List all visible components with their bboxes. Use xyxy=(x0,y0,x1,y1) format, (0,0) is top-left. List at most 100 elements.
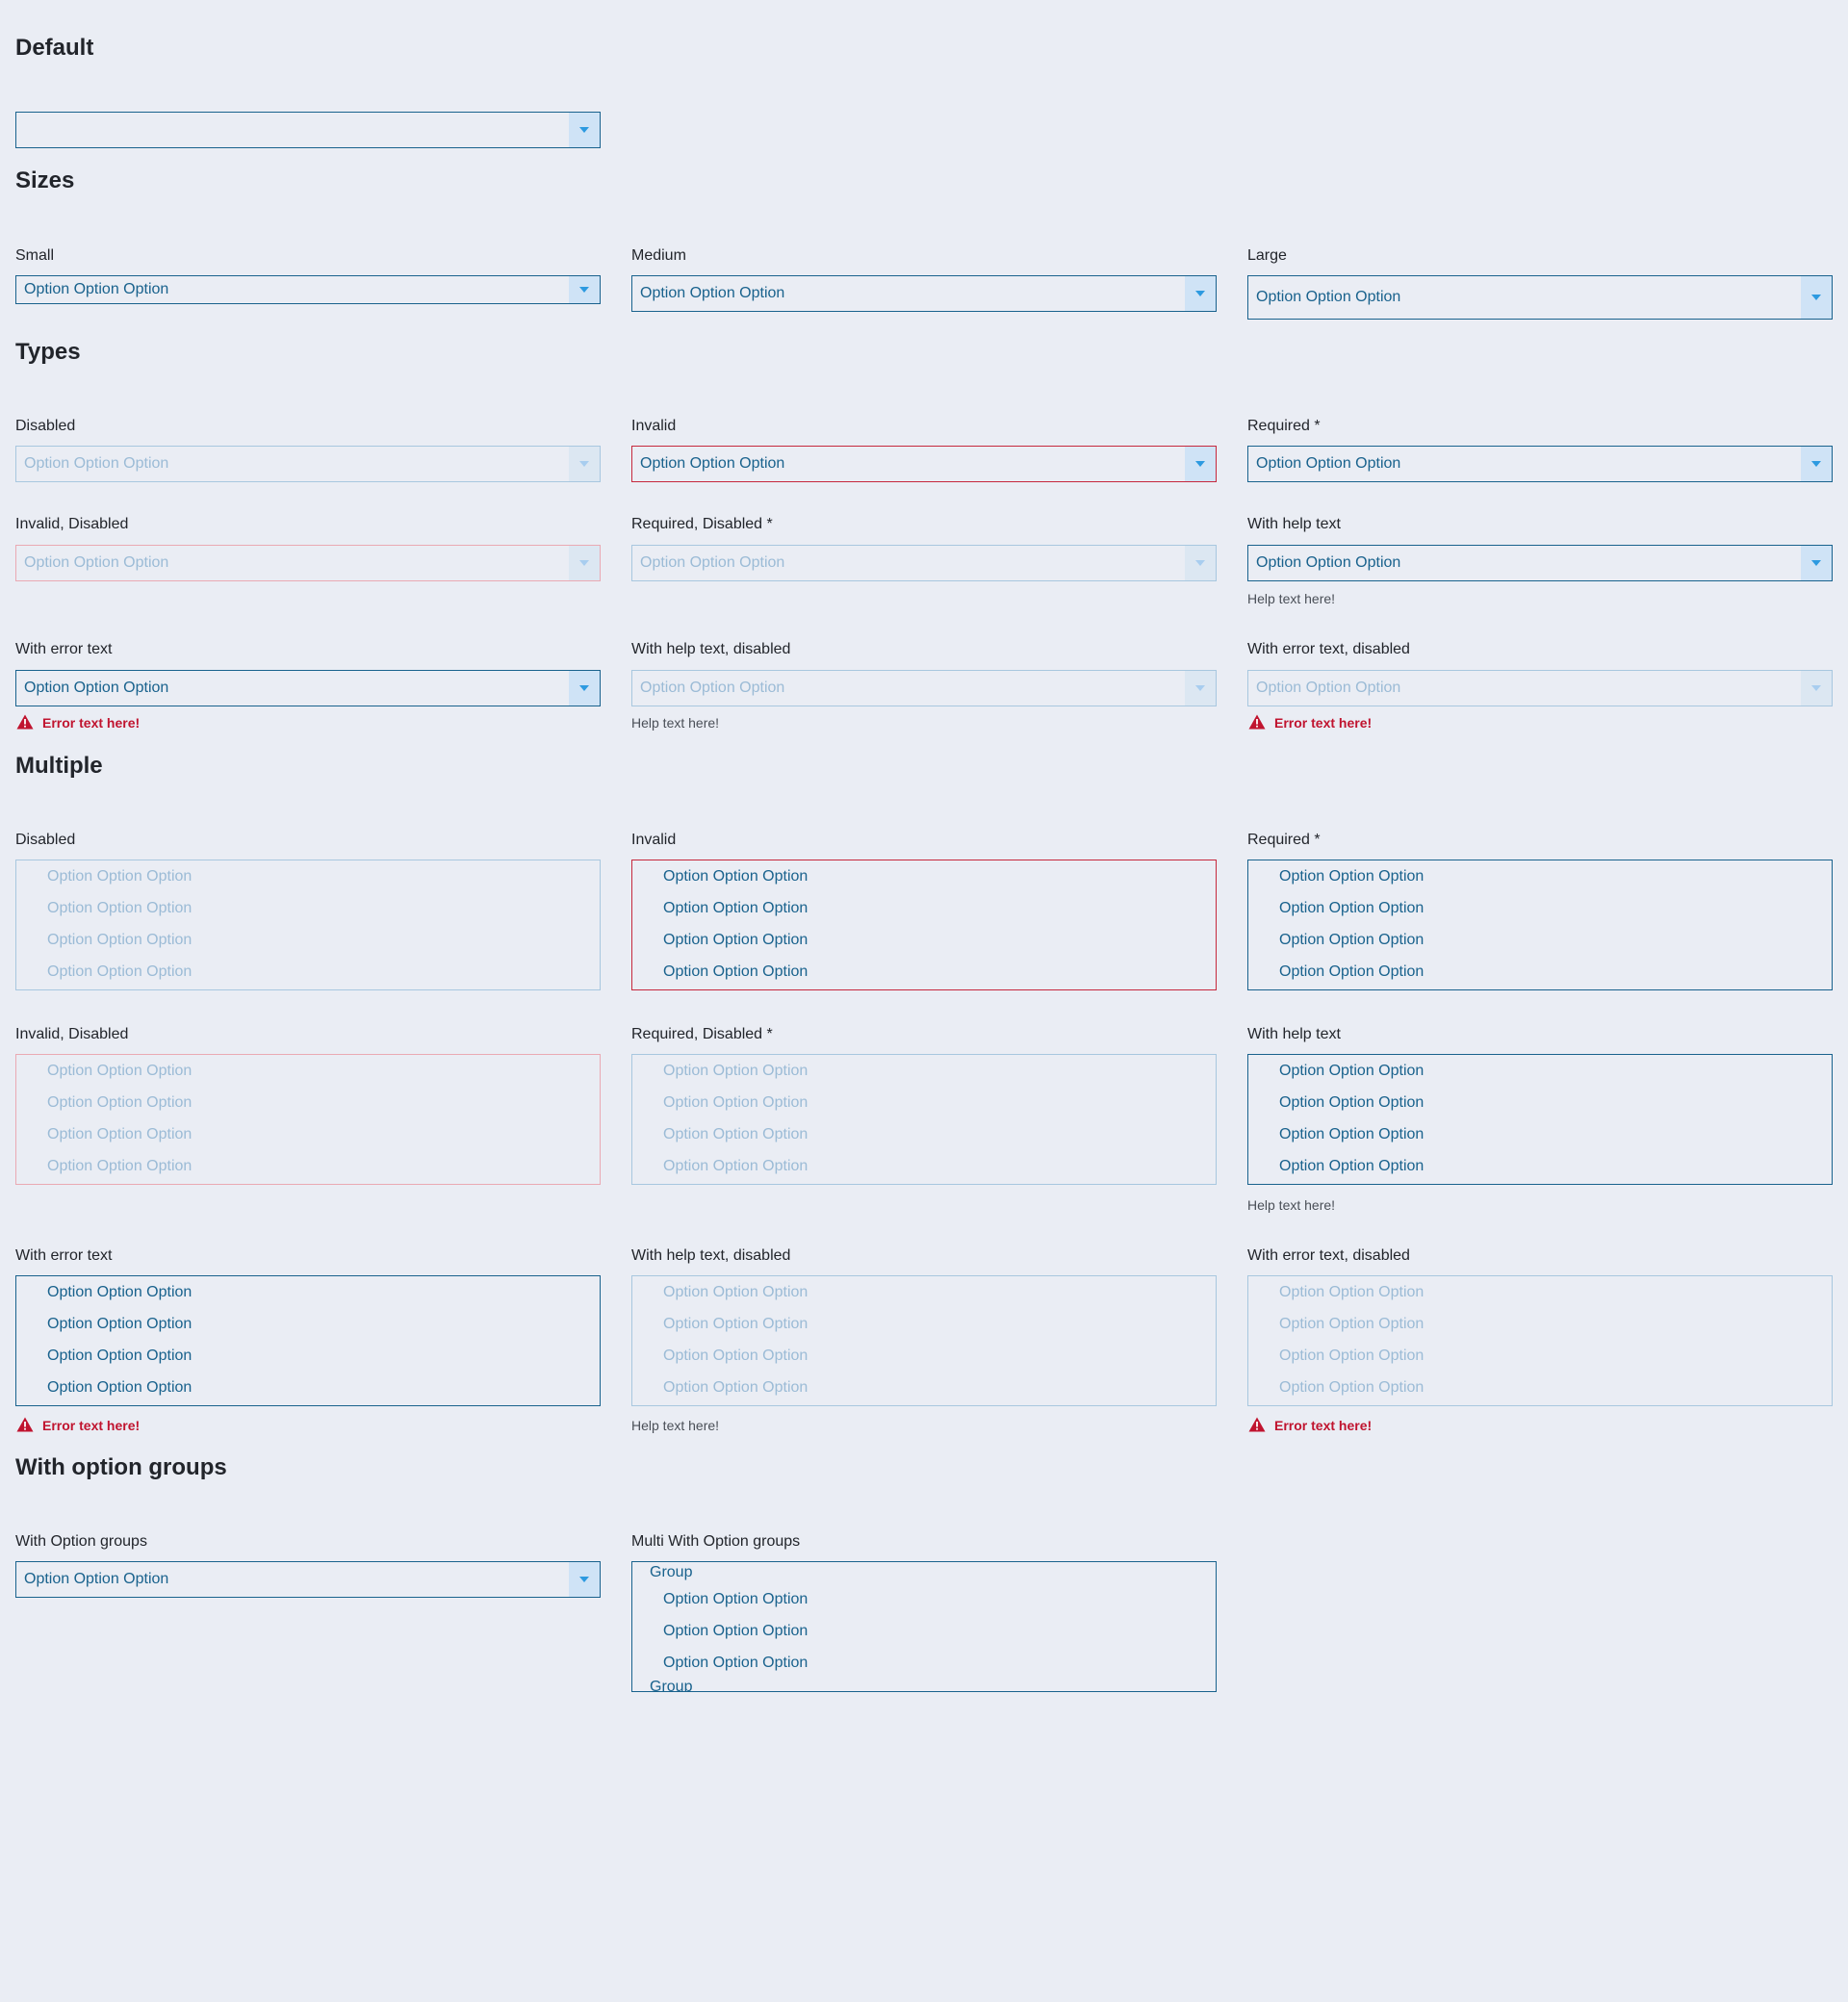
list-option[interactable]: Option Option Option xyxy=(663,1624,808,1639)
error-text: Error text here! xyxy=(42,715,141,731)
chevron-down-icon xyxy=(1195,560,1205,566)
select-value: Option Option Option xyxy=(24,455,169,472)
warning-triangle-icon xyxy=(16,714,34,730)
list-option[interactable]: Option Option Option xyxy=(47,1317,192,1332)
list-option: Option Option Option xyxy=(663,1379,808,1396)
section-title-default: Default xyxy=(15,35,94,61)
chevron-down-icon xyxy=(579,1577,589,1582)
multiselect-with-help[interactable]: Option Option Option Option Option Optio… xyxy=(1247,1054,1833,1185)
list-option: Option Option Option xyxy=(663,1126,808,1142)
select-value: Option Option Option xyxy=(640,554,785,571)
list-option[interactable]: Option Option Option xyxy=(663,933,808,948)
list-option[interactable]: Option Option Option xyxy=(1279,1064,1424,1079)
list-option: Option Option Option xyxy=(663,1063,808,1079)
label-disabled: Disabled xyxy=(15,832,76,848)
error-text: Error text here! xyxy=(1274,715,1373,731)
list-option[interactable]: Option Option Option xyxy=(663,869,808,885)
chevron-down-icon xyxy=(1195,461,1205,467)
list-option[interactable]: Option Option Option xyxy=(1279,901,1424,916)
list-option[interactable]: Option Option Option xyxy=(663,1656,808,1671)
multiselect-with-error[interactable]: Option Option Option Option Option Optio… xyxy=(15,1275,601,1406)
error-message: Error text here! xyxy=(1248,714,1373,731)
select-value: Option Option Option xyxy=(1256,455,1401,472)
label-multi-groups: Multi With Option groups xyxy=(631,1533,801,1550)
list-option[interactable]: Option Option Option xyxy=(663,1592,808,1607)
select-value: Option Option Option xyxy=(24,680,169,696)
error-message: Error text here! xyxy=(16,714,141,731)
label-small: Small xyxy=(15,247,55,264)
warning-triangle-icon xyxy=(1248,714,1266,730)
list-option: Option Option Option xyxy=(1279,1379,1424,1396)
select-invalid[interactable]: Option Option Option xyxy=(631,446,1217,482)
label-invalid-disabled: Invalid, Disabled xyxy=(15,516,129,532)
list-option[interactable]: Option Option Option xyxy=(1279,1095,1424,1111)
list-option[interactable]: Option Option Option xyxy=(663,901,808,916)
multiselect-invalid-disabled: Option Option Option Option Option Optio… xyxy=(15,1054,601,1185)
label-with-groups: With Option groups xyxy=(15,1533,147,1550)
list-option[interactable]: Option Option Option xyxy=(1279,1127,1424,1142)
dropdown-button[interactable] xyxy=(1185,276,1216,311)
dropdown-button[interactable] xyxy=(1801,447,1832,481)
list-option[interactable]: Option Option Option xyxy=(1279,964,1424,980)
multiselect-error-disabled: Option Option Option Option Option Optio… xyxy=(1247,1275,1833,1406)
dropdown-button xyxy=(1185,546,1216,580)
select-value: Option Option Option xyxy=(640,680,785,696)
multiselect-invalid[interactable]: Option Option Option Option Option Optio… xyxy=(631,860,1217,990)
dropdown-button[interactable] xyxy=(569,113,600,147)
select-value: Option Option Option xyxy=(1256,680,1401,696)
list-option: Option Option Option xyxy=(663,1284,808,1300)
list-option[interactable]: Option Option Option xyxy=(1279,933,1424,948)
list-option: Option Option Option xyxy=(47,900,192,916)
select-with-error[interactable]: Option Option Option xyxy=(15,670,601,706)
list-option[interactable]: Option Option Option xyxy=(47,1380,192,1396)
list-option[interactable]: Option Option Option xyxy=(1279,869,1424,885)
label-help-disabled: With help text, disabled xyxy=(631,1247,791,1264)
list-option[interactable]: Option Option Option xyxy=(663,964,808,980)
list-option[interactable]: Option Option Option xyxy=(47,1348,192,1364)
chevron-down-icon xyxy=(579,127,589,133)
dropdown-button[interactable] xyxy=(569,1562,600,1597)
dropdown-button[interactable] xyxy=(1185,447,1216,481)
select-required[interactable]: Option Option Option xyxy=(1247,446,1833,482)
select-value: Option Option Option xyxy=(24,554,169,571)
select-large[interactable]: Option Option Option xyxy=(1247,275,1833,320)
label-with-help: With help text xyxy=(1247,516,1341,532)
list-option: Option Option Option xyxy=(1279,1316,1424,1332)
select-small[interactable]: Option Option Option xyxy=(15,275,601,304)
select-medium[interactable]: Option Option Option xyxy=(631,275,1217,312)
label-with-error: With error text xyxy=(15,641,113,657)
label-required: Required * xyxy=(1247,832,1321,848)
select-value: Option Option Option xyxy=(640,455,785,472)
select-value: Option Option Option xyxy=(24,281,169,297)
dropdown-button[interactable] xyxy=(569,276,600,303)
default-select[interactable] xyxy=(15,112,601,148)
chevron-down-icon xyxy=(1195,685,1205,691)
select-with-groups[interactable]: Option Option Option xyxy=(15,1561,601,1598)
select-value: Option Option Option xyxy=(1256,554,1401,571)
list-option: Option Option Option xyxy=(47,932,192,948)
multiselect-with-groups[interactable]: Group Option Option Option Option Option… xyxy=(631,1561,1217,1692)
select-error-disabled: Option Option Option xyxy=(1247,670,1833,706)
select-value: Option Option Option xyxy=(24,1571,169,1587)
list-option: Option Option Option xyxy=(47,963,192,980)
section-title-sizes: Sizes xyxy=(15,167,75,193)
dropdown-button xyxy=(569,546,600,580)
multiselect-required[interactable]: Option Option Option Option Option Optio… xyxy=(1247,860,1833,990)
dropdown-button xyxy=(1185,671,1216,706)
dropdown-button xyxy=(569,447,600,481)
select-disabled: Option Option Option xyxy=(15,446,601,482)
label-with-help: With help text xyxy=(1247,1026,1341,1042)
label-invalid: Invalid xyxy=(631,418,677,434)
label-help-disabled: With help text, disabled xyxy=(631,641,791,657)
chevron-down-icon xyxy=(1811,295,1821,300)
list-option: Option Option Option xyxy=(47,1158,192,1174)
select-help-disabled: Option Option Option xyxy=(631,670,1217,706)
select-with-help[interactable]: Option Option Option xyxy=(1247,545,1833,581)
dropdown-button[interactable] xyxy=(1801,276,1832,319)
dropdown-button[interactable] xyxy=(1801,546,1832,580)
list-option[interactable]: Option Option Option xyxy=(1279,1159,1424,1174)
dropdown-button[interactable] xyxy=(569,671,600,706)
label-medium: Medium xyxy=(631,247,686,264)
list-option[interactable]: Option Option Option xyxy=(47,1285,192,1300)
list-option: Option Option Option xyxy=(47,1126,192,1142)
